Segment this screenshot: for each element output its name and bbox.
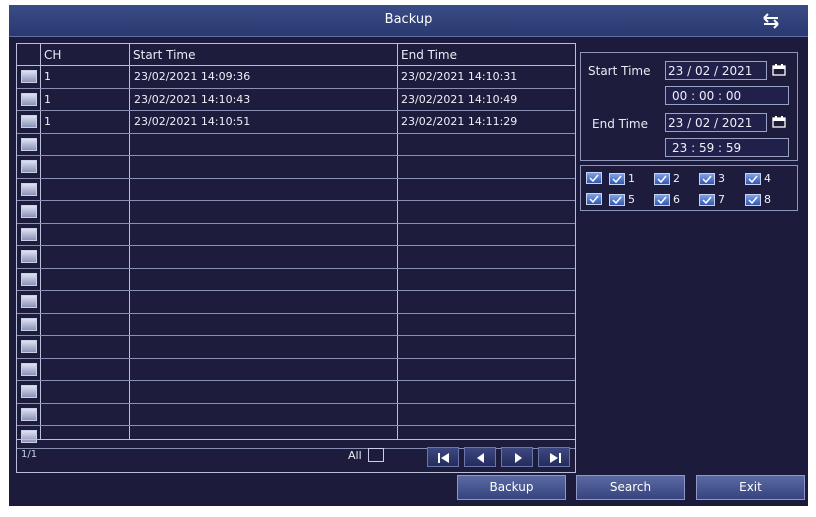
channel-row-select-all[interactable] bbox=[586, 172, 602, 184]
header-ch: CH bbox=[44, 48, 62, 62]
check-icon bbox=[699, 173, 715, 185]
table-row[interactable] bbox=[17, 381, 575, 404]
row-checkbox[interactable] bbox=[21, 227, 37, 241]
table-row[interactable] bbox=[17, 269, 575, 291]
table-row[interactable] bbox=[17, 179, 575, 201]
row-checkbox[interactable] bbox=[21, 340, 37, 353]
channel-label: 7 bbox=[718, 193, 725, 206]
table-body: 1 23/02/2021 14:09:36 23/02/2021 14:10:31 1… bbox=[17, 66, 575, 449]
cell-start-time: 23/02/2021 14:10:43 bbox=[134, 92, 251, 106]
check-icon bbox=[745, 173, 761, 185]
table-row[interactable]: 1 23/02/2021 14:10:51 23/02/2021 14:11:29 bbox=[17, 111, 575, 134]
exit-button[interactable]: Exit bbox=[696, 475, 805, 500]
backup-button[interactable]: Backup bbox=[457, 475, 566, 500]
table-row[interactable] bbox=[17, 404, 575, 426]
check-icon bbox=[699, 194, 715, 206]
return-icon[interactable] bbox=[760, 12, 782, 30]
check-icon bbox=[589, 195, 599, 203]
prev-page-icon bbox=[477, 453, 484, 463]
check-icon bbox=[654, 194, 670, 206]
title-bar: Backup bbox=[9, 5, 808, 37]
channel-label: 2 bbox=[673, 172, 680, 185]
calendar-icon[interactable] bbox=[772, 64, 786, 76]
check-icon bbox=[609, 173, 625, 185]
first-page-button[interactable] bbox=[427, 447, 459, 467]
select-all-label: All bbox=[348, 449, 362, 462]
first-page-icon bbox=[438, 453, 449, 463]
channel-label: 6 bbox=[673, 193, 680, 206]
cell-end-time: 23/02/2021 14:11:29 bbox=[401, 115, 518, 128]
row-checkbox[interactable] bbox=[21, 160, 37, 173]
page-indicator: 1/1 bbox=[21, 449, 38, 460]
last-page-icon bbox=[550, 453, 561, 463]
header-end-time: End Time bbox=[401, 48, 457, 62]
cell-start-time: 23/02/2021 14:09:36 bbox=[134, 70, 251, 83]
row-checkbox[interactable] bbox=[21, 92, 37, 106]
row-checkbox[interactable] bbox=[21, 250, 37, 263]
window-title: Backup bbox=[384, 12, 433, 27]
time-range-panel: Start Time 23 / 02 / 2021 00 : 00 : 00 E… bbox=[580, 52, 798, 161]
search-button[interactable]: Search bbox=[576, 475, 685, 500]
table-row[interactable] bbox=[17, 246, 575, 269]
row-checkbox[interactable] bbox=[21, 205, 37, 218]
row-checkbox[interactable] bbox=[21, 70, 37, 83]
table-header: CH Start Time End Time bbox=[17, 44, 575, 66]
table-row[interactable] bbox=[17, 336, 575, 359]
cell-start-time: 23/02/2021 14:10:51 bbox=[134, 115, 251, 128]
table-row[interactable] bbox=[17, 291, 575, 314]
channel-label: 3 bbox=[718, 172, 725, 185]
end-date-field[interactable]: 23 / 02 / 2021 bbox=[665, 113, 767, 132]
cell-end-time: 23/02/2021 14:10:31 bbox=[401, 70, 518, 83]
table-row[interactable] bbox=[17, 156, 575, 179]
record-table: CH Start Time End Time 1 23/02/2021 14:09… bbox=[16, 43, 576, 473]
channel-label: 8 bbox=[764, 193, 771, 206]
check-icon bbox=[589, 174, 599, 182]
check-icon bbox=[745, 194, 761, 206]
table-row[interactable] bbox=[17, 201, 575, 224]
end-time-field[interactable]: 23 : 59 : 59 bbox=[665, 138, 789, 157]
table-row[interactable]: 1 23/02/2021 14:10:43 23/02/2021 14:10:49 bbox=[17, 89, 575, 111]
table-row[interactable] bbox=[17, 359, 575, 381]
row-checkbox[interactable] bbox=[21, 295, 37, 308]
prev-page-button[interactable] bbox=[464, 447, 496, 467]
channel-select-panel: 1 2 3 4 5 6 7 8 bbox=[580, 165, 798, 211]
row-checkbox[interactable] bbox=[21, 407, 37, 421]
cell-end-time: 23/02/2021 14:10:49 bbox=[401, 92, 518, 106]
header-start-time: Start Time bbox=[133, 48, 196, 62]
next-page-icon bbox=[515, 453, 522, 463]
row-checkbox[interactable] bbox=[21, 385, 37, 398]
row-checkbox[interactable] bbox=[21, 317, 37, 331]
table-footer: 1/1 All bbox=[17, 439, 575, 473]
last-page-button[interactable] bbox=[538, 447, 570, 467]
table-row[interactable] bbox=[17, 134, 575, 156]
channel-label: 4 bbox=[764, 172, 771, 185]
next-page-button[interactable] bbox=[501, 447, 533, 467]
row-checkbox[interactable] bbox=[21, 362, 37, 376]
channel-row-select-all[interactable] bbox=[586, 193, 602, 205]
row-checkbox[interactable] bbox=[21, 137, 37, 151]
start-date-field[interactable]: 23 / 02 / 2021 bbox=[665, 61, 767, 80]
table-row[interactable] bbox=[17, 314, 575, 336]
channel-label: 1 bbox=[628, 172, 635, 185]
cell-ch: 1 bbox=[44, 70, 51, 83]
table-row[interactable]: 1 23/02/2021 14:09:36 23/02/2021 14:10:31 bbox=[17, 66, 575, 89]
check-icon bbox=[654, 173, 670, 185]
calendar-icon[interactable] bbox=[772, 116, 786, 128]
end-time-label: End Time bbox=[592, 117, 648, 131]
table-row[interactable] bbox=[17, 224, 575, 246]
check-icon bbox=[609, 194, 625, 206]
cell-ch: 1 bbox=[44, 92, 51, 106]
cell-ch: 1 bbox=[44, 115, 51, 128]
row-checkbox[interactable] bbox=[21, 182, 37, 196]
start-time-label: Start Time bbox=[588, 64, 651, 78]
start-time-field[interactable]: 00 : 00 : 00 bbox=[665, 86, 789, 105]
select-all-checkbox[interactable] bbox=[368, 448, 384, 462]
channel-label: 5 bbox=[628, 193, 635, 206]
row-checkbox[interactable] bbox=[21, 272, 37, 286]
row-checkbox[interactable] bbox=[21, 115, 37, 128]
backup-window: Backup CH Start Time End Time 1 23/02/202… bbox=[9, 5, 808, 506]
